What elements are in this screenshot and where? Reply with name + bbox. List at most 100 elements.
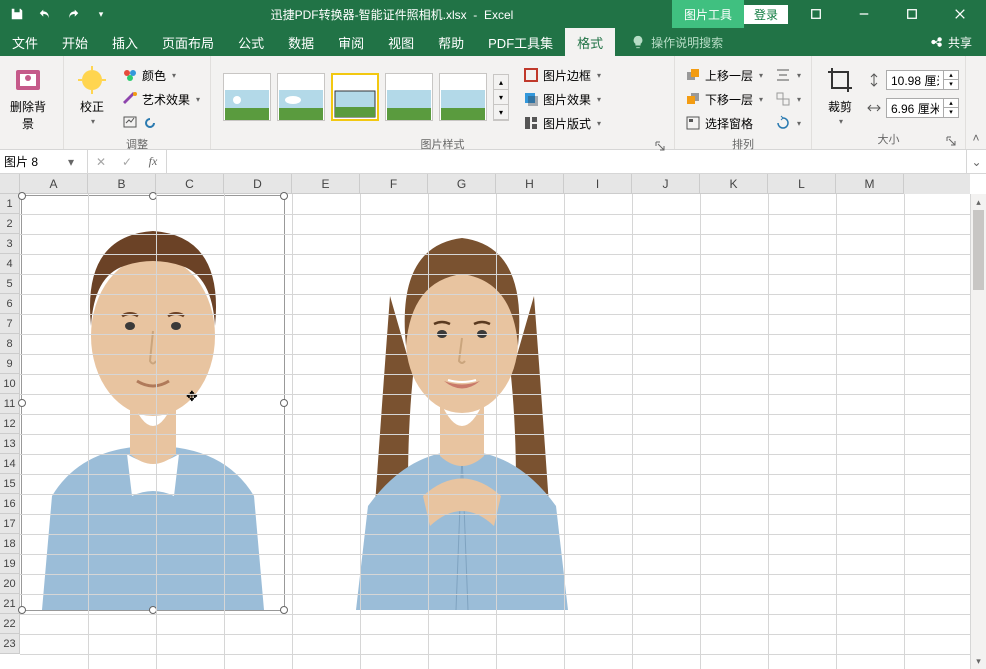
- style-thumb-selected[interactable]: [331, 73, 379, 121]
- row-headers[interactable]: 1234567891011121314151617181920212223: [0, 194, 20, 669]
- resize-handle[interactable]: [18, 606, 26, 614]
- picture-layout-button[interactable]: 图片版式▾: [519, 112, 605, 134]
- resize-handle[interactable]: [18, 399, 26, 407]
- login-button[interactable]: 登录: [744, 5, 788, 24]
- picture-border-button[interactable]: 图片边框▾: [519, 64, 605, 86]
- share-button[interactable]: 共享: [916, 28, 986, 56]
- row-header[interactable]: 7: [0, 314, 20, 334]
- row-header[interactable]: 5: [0, 274, 20, 294]
- undo-button[interactable]: [34, 3, 56, 25]
- close-button[interactable]: [940, 0, 980, 28]
- send-backward-button[interactable]: 下移一层▾: [681, 88, 767, 110]
- maximize-button[interactable]: [892, 0, 932, 28]
- resize-handle[interactable]: [280, 399, 288, 407]
- vertical-scrollbar[interactable]: ▴ ▾: [970, 194, 986, 669]
- scroll-up-button[interactable]: ▴: [971, 194, 986, 210]
- remove-background-button[interactable]: 删除背景: [6, 60, 50, 132]
- picture-effects-button[interactable]: 图片效果▾: [519, 88, 605, 110]
- row-header[interactable]: 3: [0, 234, 20, 254]
- tab-picture-format[interactable]: 格式: [565, 28, 615, 56]
- tab-home[interactable]: 开始: [50, 28, 100, 56]
- column-header[interactable]: K: [700, 174, 768, 194]
- dialog-launcher-icon[interactable]: [945, 135, 957, 147]
- column-header[interactable]: F: [360, 174, 428, 194]
- color-button[interactable]: 颜色▾: [118, 64, 204, 86]
- row-header[interactable]: 17: [0, 514, 20, 534]
- corrections-button[interactable]: 校正 ▾: [70, 60, 114, 126]
- picture-styles-gallery[interactable]: ▴▾▾: [217, 61, 515, 133]
- row-header[interactable]: 18: [0, 534, 20, 554]
- crop-button[interactable]: 裁剪▾: [818, 60, 862, 126]
- spin-up[interactable]: ▴: [944, 71, 958, 80]
- redo-button[interactable]: [62, 3, 84, 25]
- align-button[interactable]: ▾: [771, 64, 805, 86]
- qat-customize-button[interactable]: ▾: [90, 3, 112, 25]
- row-header[interactable]: 8: [0, 334, 20, 354]
- select-all-corner[interactable]: [0, 174, 20, 194]
- artistic-effects-button[interactable]: 艺术效果▾: [118, 88, 204, 110]
- tab-pdf-tools[interactable]: PDF工具集: [476, 28, 565, 56]
- row-header[interactable]: 12: [0, 414, 20, 434]
- tab-insert[interactable]: 插入: [100, 28, 150, 56]
- name-box-dropdown[interactable]: ▾: [64, 155, 78, 169]
- tab-file[interactable]: 文件: [0, 28, 50, 56]
- resize-handle[interactable]: [18, 192, 26, 200]
- row-header[interactable]: 21: [0, 594, 20, 614]
- row-header[interactable]: 23: [0, 634, 20, 654]
- width-input[interactable]: ▴▾: [886, 98, 959, 118]
- enter-formula-button[interactable]: ✓: [114, 155, 140, 169]
- tab-view[interactable]: 视图: [376, 28, 426, 56]
- gallery-scroll[interactable]: ▴▾▾: [493, 74, 509, 121]
- spin-down[interactable]: ▾: [944, 108, 958, 117]
- row-header[interactable]: 20: [0, 574, 20, 594]
- tab-formulas[interactable]: 公式: [226, 28, 276, 56]
- row-header[interactable]: 1: [0, 194, 20, 214]
- column-header[interactable]: M: [836, 174, 904, 194]
- group-button[interactable]: ▾: [771, 88, 805, 110]
- spin-down[interactable]: ▾: [944, 80, 958, 89]
- insert-function-button[interactable]: fx: [140, 154, 166, 169]
- height-input[interactable]: ▴▾: [886, 70, 959, 90]
- row-header[interactable]: 9: [0, 354, 20, 374]
- resize-handle[interactable]: [280, 192, 288, 200]
- column-header[interactable]: E: [292, 174, 360, 194]
- collapse-ribbon-button[interactable]: ˄: [966, 56, 986, 149]
- ribbon-display-options[interactable]: [796, 0, 836, 28]
- inserted-picture-1[interactable]: ✥: [22, 196, 284, 610]
- row-header[interactable]: 11: [0, 394, 20, 414]
- inserted-picture-2[interactable]: [318, 196, 606, 610]
- selection-pane-button[interactable]: 选择窗格: [681, 112, 767, 134]
- row-header[interactable]: 13: [0, 434, 20, 454]
- row-header[interactable]: 16: [0, 494, 20, 514]
- row-header[interactable]: 19: [0, 554, 20, 574]
- cells-area[interactable]: ✥: [20, 194, 970, 669]
- cancel-formula-button[interactable]: ✕: [88, 155, 114, 169]
- tab-page-layout[interactable]: 页面布局: [150, 28, 226, 56]
- tab-data[interactable]: 数据: [276, 28, 326, 56]
- resize-handle[interactable]: [280, 606, 288, 614]
- dialog-launcher-icon[interactable]: [654, 140, 666, 152]
- tell-me-search[interactable]: 操作说明搜索: [615, 28, 916, 56]
- column-header[interactable]: C: [156, 174, 224, 194]
- tab-review[interactable]: 审阅: [326, 28, 376, 56]
- name-box-input[interactable]: [4, 155, 64, 169]
- scroll-thumb[interactable]: [973, 210, 984, 290]
- minimize-button[interactable]: [844, 0, 884, 28]
- save-button[interactable]: [6, 3, 28, 25]
- row-header[interactable]: 14: [0, 454, 20, 474]
- scroll-down-button[interactable]: ▾: [971, 653, 986, 669]
- style-thumb[interactable]: [277, 73, 325, 121]
- row-header[interactable]: 6: [0, 294, 20, 314]
- column-header[interactable]: A: [20, 174, 88, 194]
- column-header[interactable]: L: [768, 174, 836, 194]
- compress-reset-buttons[interactable]: [118, 112, 204, 134]
- row-header[interactable]: 4: [0, 254, 20, 274]
- row-header[interactable]: 15: [0, 474, 20, 494]
- column-header[interactable]: H: [496, 174, 564, 194]
- column-header[interactable]: D: [224, 174, 292, 194]
- row-header[interactable]: 22: [0, 614, 20, 634]
- column-header[interactable]: I: [564, 174, 632, 194]
- expand-formula-bar-button[interactable]: ⌄: [966, 150, 986, 173]
- style-thumb[interactable]: [223, 73, 271, 121]
- column-header[interactable]: J: [632, 174, 700, 194]
